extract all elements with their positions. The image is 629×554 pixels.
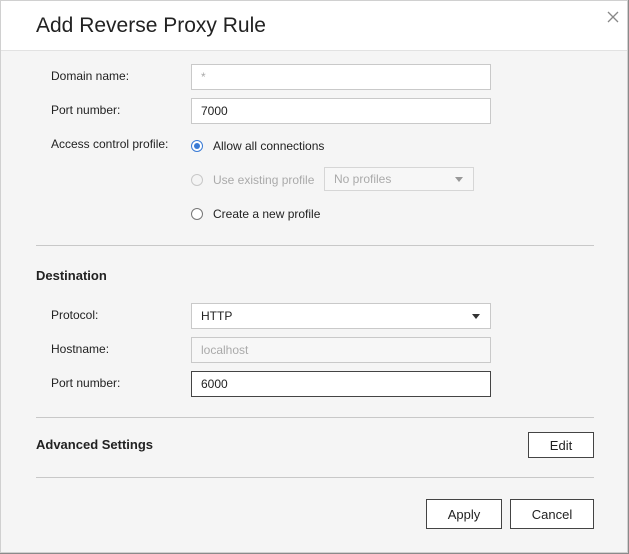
close-icon[interactable]	[602, 6, 624, 28]
hostname-input[interactable]	[191, 337, 491, 363]
dialog-header: Add Reverse Proxy Rule	[1, 1, 627, 51]
dialog-title: Add Reverse Proxy Rule	[36, 14, 266, 37]
chevron-down-icon	[455, 177, 463, 182]
chevron-down-icon	[472, 314, 480, 319]
radio-create-new-profile[interactable]: Create a new profile	[191, 207, 320, 221]
existing-profile-select-value: No profiles	[334, 172, 392, 186]
domain-name-input[interactable]	[191, 64, 491, 90]
existing-profile-select[interactable]: No profiles	[324, 167, 474, 191]
protocol-select[interactable]: HTTP	[191, 303, 491, 329]
protocol-select-value: HTTP	[201, 309, 233, 323]
radio-label: Use existing profile	[213, 173, 315, 187]
radio-button-disabled[interactable]	[191, 174, 203, 186]
hostname-label: Hostname:	[51, 342, 110, 356]
apply-button[interactable]: Apply	[426, 499, 502, 529]
advanced-settings-heading: Advanced Settings	[36, 437, 154, 452]
destination-heading: Destination	[36, 268, 107, 283]
destination-port-number-label: Port number:	[51, 376, 121, 390]
destination-port-number-input[interactable]	[191, 371, 491, 397]
section-divider	[36, 245, 594, 246]
section-divider	[36, 417, 594, 418]
radio-button[interactable]	[191, 208, 203, 220]
cancel-button[interactable]: Cancel	[510, 499, 594, 529]
edit-button[interactable]: Edit	[528, 432, 594, 458]
radio-button-checked[interactable]	[191, 140, 203, 152]
access-control-profile-label: Access control profile:	[51, 137, 169, 151]
radio-label: Allow all connections	[213, 139, 325, 153]
protocol-label: Protocol:	[51, 308, 99, 322]
radio-allow-all-connections[interactable]: Allow all connections	[191, 139, 324, 153]
radio-label: Create a new profile	[213, 207, 321, 221]
port-number-input[interactable]	[191, 98, 491, 124]
add-reverse-proxy-rule-dialog: Add Reverse Proxy Rule Domain name: Port…	[0, 0, 628, 553]
radio-use-existing-profile[interactable]: Use existing profile	[191, 173, 314, 187]
section-divider	[36, 477, 594, 478]
domain-name-label: Domain name:	[51, 69, 130, 83]
port-number-label: Port number:	[51, 103, 121, 117]
